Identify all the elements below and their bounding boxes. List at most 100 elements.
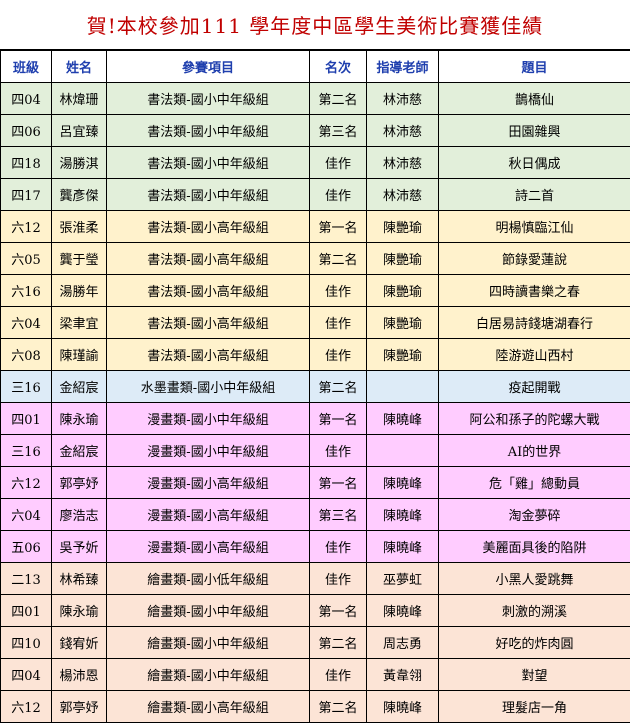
- cell-name[interactable]: 錢宥妡: [52, 627, 107, 659]
- cell-class[interactable]: 四18: [1, 147, 52, 179]
- cell-rank[interactable]: 第一名: [310, 595, 367, 627]
- cell-name[interactable]: 林希臻: [52, 563, 107, 595]
- cell-rank[interactable]: 第二名: [310, 83, 367, 115]
- cell-item[interactable]: 書法類-國小中年級組: [107, 179, 310, 211]
- cell-class[interactable]: 三16: [1, 371, 52, 403]
- cell-class[interactable]: 四10: [1, 627, 52, 659]
- cell-class[interactable]: 三16: [1, 435, 52, 467]
- cell-teacher[interactable]: 陳艷瑜: [367, 211, 439, 243]
- cell-name[interactable]: 金紹宸: [52, 371, 107, 403]
- cell-name[interactable]: 陳永瑜: [52, 595, 107, 627]
- cell-teacher[interactable]: 陳艷瑜: [367, 275, 439, 307]
- cell-name[interactable]: 陳瑾諭: [52, 339, 107, 371]
- cell-rank[interactable]: 第二名: [310, 243, 367, 275]
- cell-class[interactable]: 六12: [1, 211, 52, 243]
- cell-name[interactable]: 龔于瑩: [52, 243, 107, 275]
- cell-class[interactable]: 四04: [1, 83, 52, 115]
- cell-class[interactable]: 六04: [1, 499, 52, 531]
- cell-name[interactable]: 金紹宸: [52, 435, 107, 467]
- cell-item[interactable]: 漫畫類-國小高年級組: [107, 531, 310, 563]
- cell-topic[interactable]: 刺激的溯溪: [439, 595, 630, 627]
- cell-name[interactable]: 湯勝年: [52, 275, 107, 307]
- cell-topic[interactable]: 秋日偶成: [439, 147, 630, 179]
- cell-rank[interactable]: 第一名: [310, 211, 367, 243]
- cell-teacher[interactable]: 陳艷瑜: [367, 307, 439, 339]
- cell-item[interactable]: 漫畫類-國小高年級組: [107, 499, 310, 531]
- cell-class[interactable]: 二13: [1, 563, 52, 595]
- cell-item[interactable]: 水墨畫類-國小中年級組: [107, 371, 310, 403]
- cell-class[interactable]: 六04: [1, 307, 52, 339]
- cell-topic[interactable]: 四時讀書樂之春: [439, 275, 630, 307]
- cell-class[interactable]: 六12: [1, 467, 52, 499]
- cell-topic[interactable]: 小黑人愛跳舞: [439, 563, 630, 595]
- cell-teacher[interactable]: 陳曉峰: [367, 531, 439, 563]
- cell-rank[interactable]: 第二名: [310, 691, 367, 723]
- cell-topic[interactable]: 疫起開戰: [439, 371, 630, 403]
- cell-name[interactable]: 郭亭妤: [52, 467, 107, 499]
- cell-teacher[interactable]: [367, 371, 439, 403]
- cell-teacher[interactable]: 巫夢虹: [367, 563, 439, 595]
- cell-rank[interactable]: 第二名: [310, 627, 367, 659]
- cell-topic[interactable]: 田園雜興: [439, 115, 630, 147]
- cell-rank[interactable]: 第一名: [310, 467, 367, 499]
- cell-class[interactable]: 五06: [1, 531, 52, 563]
- cell-teacher[interactable]: 林沛慈: [367, 179, 439, 211]
- cell-teacher[interactable]: 林沛慈: [367, 83, 439, 115]
- cell-topic[interactable]: 好吃的炸肉圓: [439, 627, 630, 659]
- cell-rank[interactable]: 第三名: [310, 115, 367, 147]
- cell-topic[interactable]: 明楊慎臨江仙: [439, 211, 630, 243]
- cell-topic[interactable]: 節錄愛蓮說: [439, 243, 630, 275]
- cell-teacher[interactable]: 陳曉峰: [367, 595, 439, 627]
- cell-teacher[interactable]: 周志勇: [367, 627, 439, 659]
- cell-name[interactable]: 吳予妡: [52, 531, 107, 563]
- cell-topic[interactable]: 危「雞」總動員: [439, 467, 630, 499]
- cell-name[interactable]: 龔彥傑: [52, 179, 107, 211]
- cell-rank[interactable]: 佳作: [310, 563, 367, 595]
- cell-item[interactable]: 繪畫類-國小中年級組: [107, 595, 310, 627]
- cell-name[interactable]: 湯勝淇: [52, 147, 107, 179]
- cell-name[interactable]: 郭亭妤: [52, 691, 107, 723]
- cell-item[interactable]: 繪畫類-國小低年級組: [107, 563, 310, 595]
- cell-name[interactable]: 張淮柔: [52, 211, 107, 243]
- cell-teacher[interactable]: 陳曉峰: [367, 467, 439, 499]
- cell-topic[interactable]: 詩二首: [439, 179, 630, 211]
- cell-item[interactable]: 繪畫類-國小中年級組: [107, 627, 310, 659]
- cell-rank[interactable]: 佳作: [310, 659, 367, 691]
- cell-teacher[interactable]: 陳艷瑜: [367, 339, 439, 371]
- cell-item[interactable]: 書法類-國小高年級組: [107, 243, 310, 275]
- cell-rank[interactable]: 佳作: [310, 339, 367, 371]
- cell-name[interactable]: 梁聿宜: [52, 307, 107, 339]
- cell-rank[interactable]: 佳作: [310, 435, 367, 467]
- cell-name[interactable]: 廖浩志: [52, 499, 107, 531]
- cell-teacher[interactable]: 黃韋翎: [367, 659, 439, 691]
- cell-item[interactable]: 書法類-國小高年級組: [107, 275, 310, 307]
- cell-topic[interactable]: 鵲橋仙: [439, 83, 630, 115]
- cell-class[interactable]: 六12: [1, 691, 52, 723]
- cell-class[interactable]: 六08: [1, 339, 52, 371]
- cell-class[interactable]: 四06: [1, 115, 52, 147]
- cell-rank[interactable]: 佳作: [310, 307, 367, 339]
- cell-teacher[interactable]: [367, 435, 439, 467]
- cell-item[interactable]: 書法類-國小高年級組: [107, 339, 310, 371]
- cell-topic[interactable]: AI的世界: [439, 435, 630, 467]
- cell-name[interactable]: 林煒珊: [52, 83, 107, 115]
- cell-teacher[interactable]: 陳曉峰: [367, 691, 439, 723]
- cell-rank[interactable]: 佳作: [310, 179, 367, 211]
- cell-topic[interactable]: 對望: [439, 659, 630, 691]
- cell-topic[interactable]: 理髮店一角: [439, 691, 630, 723]
- cell-rank[interactable]: 第三名: [310, 499, 367, 531]
- cell-item[interactable]: 繪畫類-國小高年級組: [107, 691, 310, 723]
- cell-rank[interactable]: 佳作: [310, 275, 367, 307]
- cell-class[interactable]: 四01: [1, 403, 52, 435]
- cell-item[interactable]: 漫畫類-國小中年級組: [107, 403, 310, 435]
- cell-item[interactable]: 書法類-國小高年級組: [107, 211, 310, 243]
- cell-item[interactable]: 繪畫類-國小中年級組: [107, 659, 310, 691]
- cell-class[interactable]: 四01: [1, 595, 52, 627]
- cell-rank[interactable]: 佳作: [310, 147, 367, 179]
- cell-teacher[interactable]: 陳曉峰: [367, 403, 439, 435]
- cell-item[interactable]: 書法類-國小中年級組: [107, 147, 310, 179]
- cell-name[interactable]: 呂宜臻: [52, 115, 107, 147]
- cell-class[interactable]: 六16: [1, 275, 52, 307]
- cell-teacher[interactable]: 陳曉峰: [367, 499, 439, 531]
- cell-topic[interactable]: 白居易詩錢塘湖春行: [439, 307, 630, 339]
